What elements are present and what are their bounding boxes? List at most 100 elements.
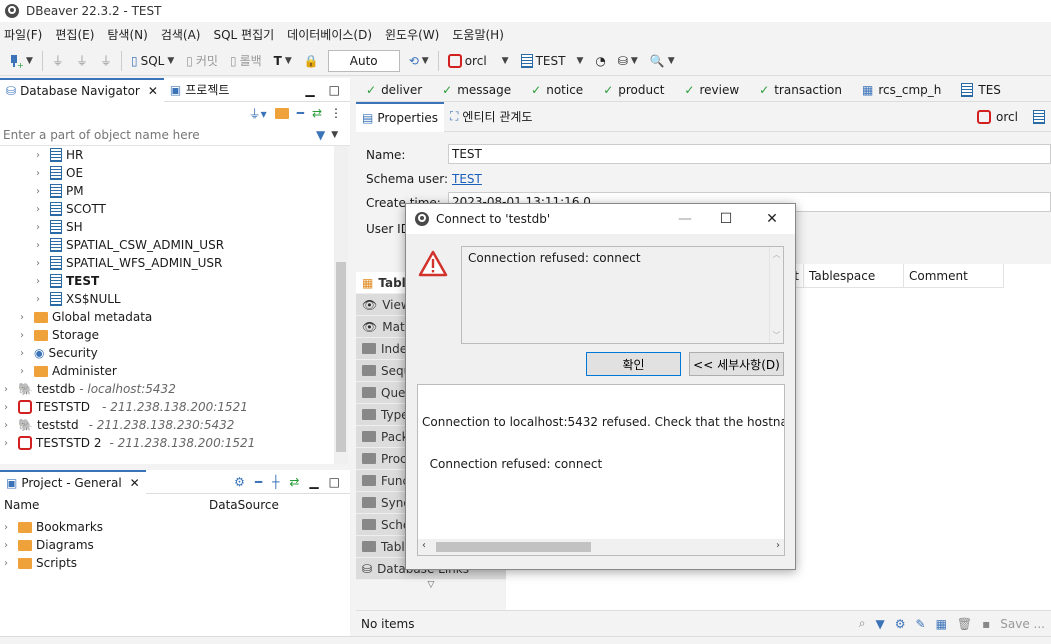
tree-item-folder[interactable]: › Global metadata bbox=[20, 308, 152, 326]
commit-button[interactable]: ▯ 커밋 bbox=[183, 49, 221, 73]
chevron-down-icon[interactable]: ▼ bbox=[26, 56, 33, 66]
grid-header-tablespace[interactable]: Tablespace bbox=[804, 264, 904, 288]
menu-sql-editor[interactable]: SQL 편집기 bbox=[213, 26, 274, 43]
chevron-right-icon[interactable]: › bbox=[4, 420, 14, 431]
tab-project-general[interactable]: ▣ Project - General ✕ bbox=[0, 469, 146, 494]
chevron-down-icon[interactable]: ▼ bbox=[576, 56, 583, 66]
tree-item-connection[interactable]: › TESTSTD 2 - 211.238.138.200:1521 bbox=[4, 434, 255, 452]
object-filter-input[interactable] bbox=[0, 124, 308, 145]
menu-window[interactable]: 윈도우(W) bbox=[385, 26, 439, 43]
new-connection-button[interactable]: + ▼ bbox=[4, 49, 36, 73]
tree-item-connection[interactable]: › 🐘 teststd - 211.238.138.230:5432 bbox=[4, 416, 234, 434]
error-message-box[interactable]: Connection refused: connect ︿ ﹀ bbox=[461, 246, 784, 344]
column-header-datasource[interactable]: DataSource bbox=[209, 498, 279, 512]
filter-icon[interactable]: ▼ bbox=[316, 128, 325, 142]
editor-connection-indicator[interactable]: orcl bbox=[977, 109, 1051, 124]
editor-tab[interactable]: ✓ notice bbox=[521, 78, 593, 101]
details-button[interactable]: << 세부사항(D) bbox=[689, 352, 784, 376]
navigator-scrollbar-thumb[interactable] bbox=[336, 262, 346, 452]
compare-button[interactable]: ⛁ ▼ bbox=[615, 49, 641, 73]
chevron-right-icon[interactable]: › bbox=[20, 330, 30, 341]
tab-er-diagram[interactable]: ⛶ 엔티티 관계도 bbox=[444, 102, 538, 132]
dialog-minimize-button[interactable]: — bbox=[665, 204, 705, 234]
tab-database-navigator[interactable]: ⛁ Database Navigator ✕ bbox=[0, 77, 164, 102]
details-horizontal-scrollbar[interactable]: ‹ › bbox=[418, 539, 784, 555]
chevron-right-icon[interactable]: › bbox=[36, 150, 46, 161]
tree-item-connection[interactable]: › 🐘 testdb - localhost:5432 bbox=[4, 380, 176, 398]
search-icon[interactable]: ⌕ bbox=[859, 616, 866, 631]
chevron-down-icon[interactable]: ▼ bbox=[422, 56, 429, 66]
collapse-all-icon[interactable]: ━ bbox=[297, 106, 304, 120]
transaction-mode-button[interactable]: T ▼ bbox=[271, 49, 295, 73]
tree-item-schema[interactable]: › OE bbox=[36, 164, 83, 182]
filter-icon[interactable]: ▼ bbox=[876, 617, 885, 631]
name-field[interactable]: TEST bbox=[448, 144, 1051, 164]
tree-item-schema[interactable]: › SPATIAL_CSW_ADMIN_USR bbox=[36, 236, 224, 254]
gear-icon[interactable]: ⚙ bbox=[234, 475, 245, 489]
editor-tab[interactable]: TES bbox=[951, 78, 1011, 101]
chevron-down-icon[interactable]: ▼ bbox=[502, 56, 509, 66]
editor-tab[interactable]: ✓ transaction bbox=[749, 78, 852, 101]
menu-search[interactable]: 검색(A) bbox=[161, 26, 201, 43]
collapse-all-icon[interactable]: ━ bbox=[255, 475, 262, 489]
sql-editor-button[interactable]: ▯ SQL ▼ bbox=[128, 49, 177, 73]
chevron-down-icon[interactable]: ▽ bbox=[356, 580, 506, 592]
search-button[interactable]: 🔍 ▼ bbox=[647, 49, 678, 73]
menu-file[interactable]: 파일(F) bbox=[4, 26, 42, 43]
editor-tab[interactable]: ▦ rcs_cmp_h bbox=[852, 78, 951, 101]
edit-icon[interactable]: ✎ bbox=[916, 617, 926, 631]
chevron-down-icon[interactable]: ﹀ bbox=[770, 330, 783, 341]
connect-button[interactable]: ⏚ bbox=[49, 49, 67, 73]
menu-navigate[interactable]: 탐색(N) bbox=[107, 26, 147, 43]
chevron-right-icon[interactable]: › bbox=[4, 438, 14, 449]
chevron-down-icon[interactable]: ▼ bbox=[167, 56, 174, 66]
history-button[interactable]: ⟲ ▼ bbox=[406, 49, 432, 73]
tree-item-schema[interactable]: › SPATIAL_WFS_ADMIN_USR bbox=[36, 254, 222, 272]
menu-database[interactable]: 데이터베이스(D) bbox=[287, 26, 372, 43]
chevron-up-icon[interactable]: ︿ bbox=[770, 249, 783, 260]
chevron-right-icon[interactable]: › bbox=[20, 348, 30, 359]
chevron-right-icon[interactable]: › bbox=[20, 366, 30, 377]
maximize-icon[interactable]: □ bbox=[329, 475, 340, 489]
view-menu-icon[interactable]: ⋮ bbox=[330, 106, 342, 120]
chevron-right-icon[interactable]: › bbox=[776, 540, 780, 551]
tab-projects[interactable]: ▣ 프로젝트 bbox=[164, 78, 236, 102]
tree-item-folder[interactable]: › Administer bbox=[20, 362, 117, 380]
chevron-right-icon[interactable]: › bbox=[36, 240, 46, 251]
chevron-right-icon[interactable]: › bbox=[36, 222, 46, 233]
chevron-down-icon[interactable]: ▼ bbox=[331, 130, 338, 140]
table-icon[interactable]: ▦ bbox=[936, 617, 947, 631]
tree-item-folder[interactable]: › Storage bbox=[20, 326, 99, 344]
close-icon[interactable]: ✕ bbox=[148, 84, 158, 98]
menu-help[interactable]: 도움말(H) bbox=[452, 26, 504, 43]
save-button[interactable]: Save ... bbox=[1000, 617, 1045, 631]
lock-button[interactable]: 🔒 bbox=[301, 49, 322, 73]
close-icon[interactable]: ✕ bbox=[130, 476, 140, 490]
message-scrollbar[interactable]: ︿ ﹀ bbox=[769, 247, 783, 343]
tree-item-folder[interactable]: › ◉ Security bbox=[20, 344, 98, 362]
chevron-right-icon[interactable]: › bbox=[20, 312, 30, 323]
link-editor-icon[interactable]: ⇄ bbox=[289, 475, 299, 489]
chevron-down-icon[interactable]: ▼ bbox=[668, 56, 675, 66]
new-folder-icon[interactable] bbox=[274, 107, 289, 119]
schema-user-link[interactable]: TEST bbox=[452, 172, 482, 186]
chevron-right-icon[interactable]: › bbox=[36, 186, 46, 197]
grid-header-comment[interactable]: Comment bbox=[904, 264, 1004, 288]
minimize-icon[interactable]: ▁ bbox=[305, 83, 314, 97]
dashboard-button[interactable]: ◔ bbox=[592, 49, 608, 73]
editor-tab[interactable]: ✓ message bbox=[432, 78, 521, 101]
error-details-text[interactable]: Connection to localhost:5432 refused. Ch… bbox=[417, 384, 785, 556]
save-icon[interactable]: ▪ bbox=[982, 617, 990, 631]
chevron-right-icon[interactable]: › bbox=[4, 522, 14, 533]
editor-tab[interactable]: ✓ deliver bbox=[356, 78, 432, 101]
tree-item-schema[interactable]: › HR bbox=[36, 146, 83, 164]
chevron-down-icon[interactable]: ▼ bbox=[631, 56, 638, 66]
tree-item-schema[interactable]: › PM bbox=[36, 182, 84, 200]
tree-item-connection[interactable]: › TESTSTD - 211.238.138.200:1521 bbox=[4, 398, 248, 416]
chevron-right-icon[interactable]: › bbox=[4, 384, 14, 395]
link-editor-icon[interactable]: ⇄ bbox=[312, 106, 322, 120]
gear-icon[interactable]: ⚙ bbox=[895, 617, 906, 631]
project-item[interactable]: › Scripts bbox=[4, 554, 77, 572]
new-connection-icon[interactable]: ⏚▾ bbox=[249, 105, 267, 122]
chevron-right-icon[interactable]: › bbox=[4, 402, 14, 413]
